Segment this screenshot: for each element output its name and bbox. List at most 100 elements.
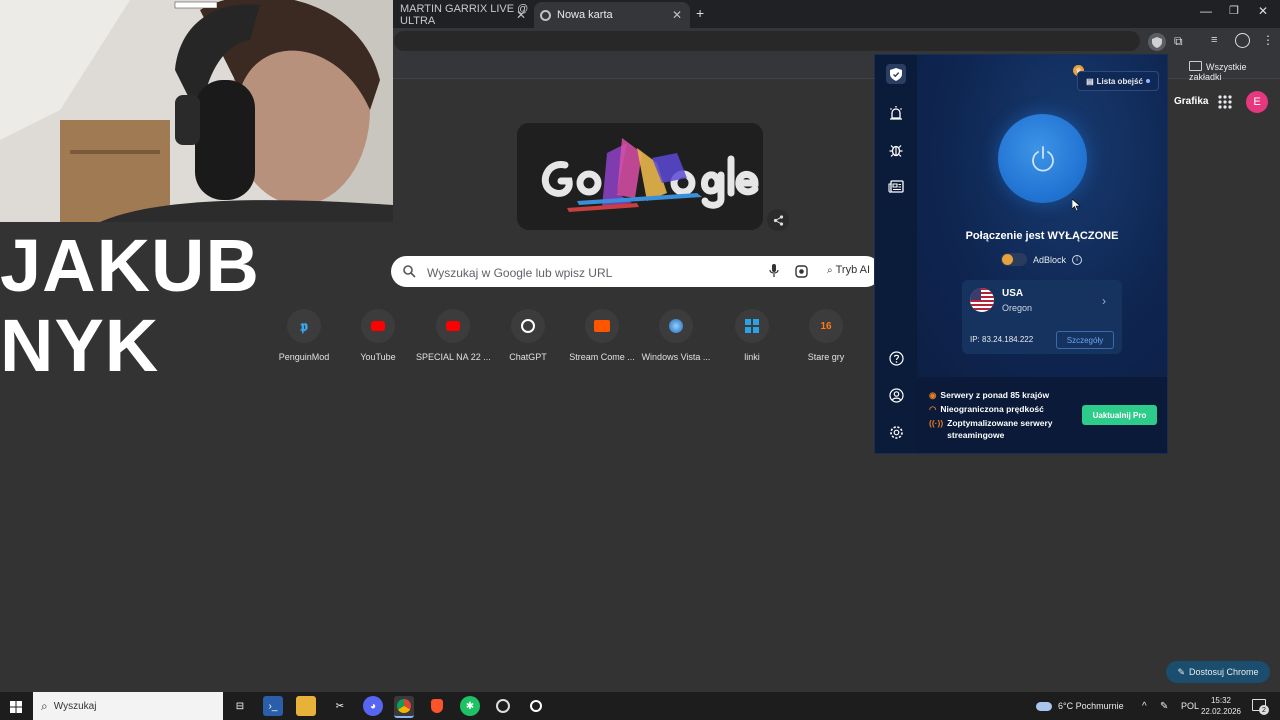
promo-text: Nieograniczona prędkość <box>940 404 1044 414</box>
shortcut-linki[interactable]: linki <box>715 309 789 362</box>
windows-taskbar: ⌕ Wyszukaj ⊟ ›_ ✂ ◕ ✱ 6°C Pochmurnie ^ ✎… <box>0 692 1280 720</box>
discord-icon[interactable]: ◕ <box>363 696 383 716</box>
media-control-icon[interactable]: ≡ <box>1211 34 1217 46</box>
notification-count: 2 <box>1259 705 1269 715</box>
taskbar-search[interactable]: ⌕ Wyszukaj <box>33 692 223 720</box>
customize-label: Dostosuj Chrome <box>1189 667 1259 677</box>
adblock-label: AdBlock <box>1033 254 1067 265</box>
share-doodle-button[interactable] <box>767 209 789 231</box>
extensions-puzzle-icon[interactable]: ⧉ <box>1174 34 1183 49</box>
shortcut-label: SPECIAL NA 22 ... <box>416 352 490 362</box>
settings-gear-icon[interactable] <box>886 422 906 442</box>
brave-icon[interactable] <box>427 696 447 716</box>
windows-vista-icon <box>659 309 693 343</box>
windows-grid-icon <box>735 309 769 343</box>
crown-knob-icon <box>1002 254 1013 265</box>
region-name: Oregon <box>1002 303 1033 313</box>
info-icon[interactable]: i <box>1072 254 1083 265</box>
power-button[interactable] <box>998 114 1087 203</box>
vpn-extension-icon[interactable] <box>1148 33 1166 51</box>
shortcut-chatgpt[interactable]: ChatGPT <box>491 309 565 362</box>
microphone-icon[interactable] <box>769 264 779 278</box>
promo-line-servers: ◉ Serwery z ponad 85 krajów <box>929 389 1049 401</box>
windows-start-icon[interactable] <box>10 700 22 718</box>
penguinmod-icon: 𝖕 <box>287 309 321 343</box>
ai-mode-icon: ⌕ <box>827 264 833 276</box>
weather-text: 6°C Pochmurnie <box>1058 701 1124 711</box>
shortcut-label: PenguinMod <box>278 352 330 362</box>
alarm-icon[interactable] <box>886 103 906 123</box>
bug-icon[interactable] <box>886 140 906 160</box>
bypass-list-button[interactable]: ▤ Lista obejść <box>1077 71 1159 91</box>
vpn-popup: ♛ ▤ Lista obejść Połączenie jest WYŁĄCZO… <box>875 55 1167 453</box>
speedometer-icon: ◠ <box>929 404 937 414</box>
webcam-image <box>0 0 393 222</box>
tab-martin-garrix[interactable]: MARTIN GARRIX LIVE @ ULTRA ✕ <box>394 2 534 28</box>
all-bookmarks-link[interactable]: Wszystkie zakładki <box>1189 61 1280 82</box>
google-doodle[interactable] <box>517 123 763 230</box>
adblock-toggle[interactable] <box>1001 253 1027 266</box>
tab-new-tab[interactable]: Nowa karta ✕ <box>534 2 690 28</box>
powershell-icon[interactable]: ›_ <box>263 696 283 716</box>
circle-app-icon[interactable] <box>526 696 546 716</box>
capcut-icon[interactable]: ✂ <box>330 696 350 716</box>
profile-icon[interactable] <box>1235 33 1250 48</box>
customize-chrome-button[interactable]: ✎ Dostosuj Chrome <box>1166 661 1270 683</box>
shortcut-penguinmod[interactable]: 𝖕 PenguinMod <box>267 309 341 362</box>
shortcut-stare-gry[interactable]: 16 Stare gry <box>789 309 863 362</box>
bypass-list-label: Lista obejść <box>1096 76 1143 86</box>
file-explorer-icon[interactable] <box>296 696 316 716</box>
task-view-icon[interactable]: ⊟ <box>230 696 250 716</box>
location-card[interactable]: USA Oregon › IP: 83.24.184.222 Szczegóły <box>962 280 1122 354</box>
search-input[interactable] <box>425 256 759 289</box>
avatar[interactable]: E <box>1246 91 1268 113</box>
images-link[interactable]: Grafika <box>1174 96 1208 107</box>
tray-chevron-up-icon[interactable]: ^ <box>1142 692 1147 720</box>
google-lens-icon[interactable] <box>795 265 808 278</box>
status-dot-icon <box>1145 79 1150 83</box>
shortcut-windows-vista[interactable]: Windows Vista ... <box>639 309 713 362</box>
stare-gry-icon: 16 <box>809 309 843 343</box>
google-apps-icon[interactable] <box>1218 95 1232 114</box>
shortcut-youtube[interactable]: YouTube <box>341 309 415 362</box>
weather-widget[interactable]: 6°C Pochmurnie <box>1036 692 1124 720</box>
tab-close-icon[interactable]: ✕ <box>516 8 526 22</box>
taskbar-clock[interactable]: 15:32 22.02.2026 <box>1198 695 1244 717</box>
taskbar-search-label: Wyszukaj <box>53 700 97 712</box>
new-tab-plus-icon[interactable]: + <box>696 5 704 21</box>
ai-mode-button[interactable]: ⌕ Tryb AI <box>827 264 870 276</box>
ai-mode-label: Tryb AI <box>835 264 871 276</box>
upgrade-pro-button[interactable]: Uaktualnij Pro <box>1082 405 1157 425</box>
chevron-right-icon[interactable]: › <box>1102 294 1106 308</box>
language-indicator[interactable]: POL <box>1181 692 1199 720</box>
chatgpt-icon <box>511 309 545 343</box>
details-button[interactable]: Szczegóły <box>1056 331 1114 349</box>
obs-icon[interactable] <box>493 696 513 716</box>
pencil-icon: ✎ <box>1177 666 1185 677</box>
shield-icon[interactable] <box>886 64 906 84</box>
search-icon: ⌕ <box>41 698 48 713</box>
youtube-icon <box>361 309 395 343</box>
shortcut-stream[interactable]: Stream Come ... <box>565 309 639 362</box>
account-icon[interactable] <box>886 385 906 405</box>
restore-icon[interactable]: ❐ <box>1229 4 1239 17</box>
address-bar[interactable] <box>394 31 1140 51</box>
pen-icon[interactable]: ✎ <box>1160 692 1168 720</box>
menu-kebab-icon[interactable]: ⋮ <box>1262 33 1274 47</box>
minimize-icon[interactable]: — <box>1200 4 1212 18</box>
green-app-icon[interactable]: ✱ <box>460 696 480 716</box>
time: 15:32 <box>1210 696 1232 705</box>
vpn-sidebar <box>875 55 917 453</box>
google-search-box[interactable]: ⌕Tryb AI <box>391 256 881 289</box>
cloud-icon <box>1036 701 1052 711</box>
chrome-taskbar-icon[interactable] <box>394 696 414 718</box>
vpn-main-panel: ♛ ▤ Lista obejść Połączenie jest WYŁĄCZO… <box>917 55 1167 377</box>
shortcut-special[interactable]: SPECIAL NA 22 ... <box>416 309 490 362</box>
help-icon[interactable] <box>886 348 906 368</box>
news-icon[interactable] <box>886 177 906 197</box>
broadcast-icon: ((·)) <box>929 418 944 428</box>
tab-close-icon[interactable]: ✕ <box>672 8 682 22</box>
close-window-icon[interactable]: ✕ <box>1258 4 1268 18</box>
shortcut-label: Stare gry <box>807 352 845 362</box>
google-doodle-image <box>517 123 763 230</box>
